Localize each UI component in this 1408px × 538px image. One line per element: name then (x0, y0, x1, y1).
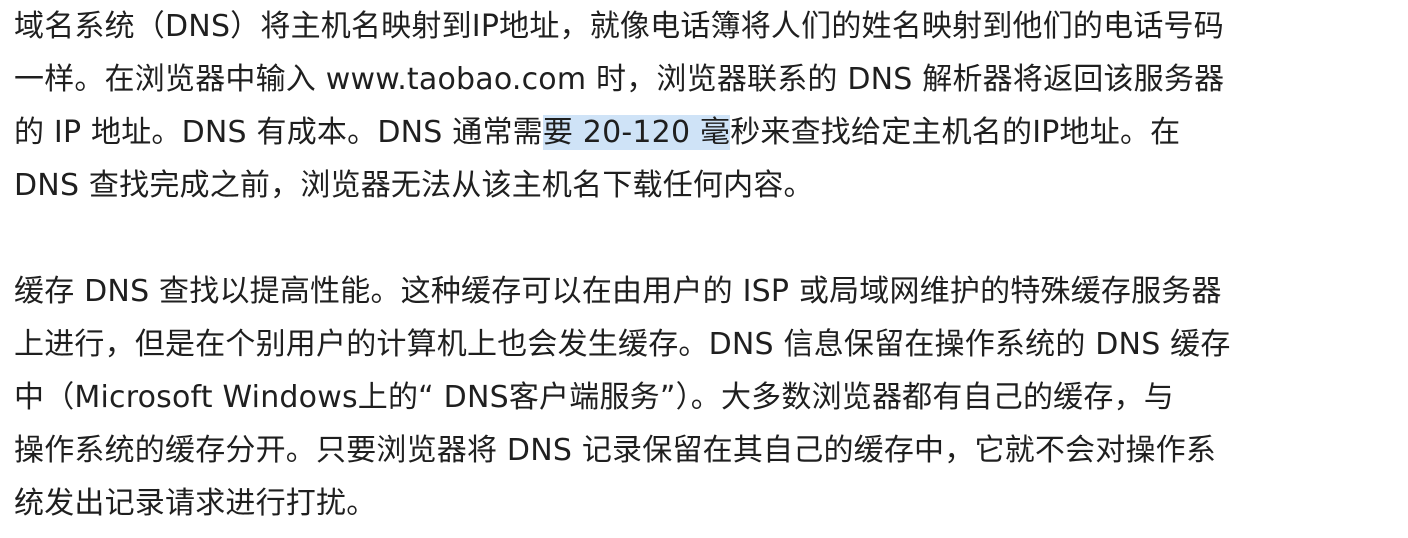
text-line: 的 IP 地址。DNS 有成本。DNS 通常需要 20-120 毫秒来查找给定主… (14, 106, 1402, 159)
text-line: 统发出记录请求进行打扰。 (14, 486, 377, 521)
text-line: 中（Microsoft Windows上的“ DNS客户端服务”）。大多数浏览器… (14, 380, 1174, 415)
text-line: DNS 查找完成之前，浏览器无法从该主机名下载任何内容。 (14, 168, 814, 203)
text-line: 一样。在浏览器中输入 www.taobao.com 时，浏览器联系的 DNS 解… (14, 62, 1225, 97)
text-segment: 秒来查找给定主机名的IP地址。在 (730, 115, 1181, 150)
text-line: 域名系统（DNS）将主机名映射到IP地址，就像电话簿将人们的姓名映射到他们的电话… (14, 9, 1224, 44)
selected-text-highlight[interactable]: 要 20-120 毫 (542, 115, 731, 150)
paragraph-dns-intro: 域名系统（DNS）将主机名映射到IP地址，就像电话簿将人们的姓名映射到他们的电话… (14, 0, 1402, 212)
paragraph-dns-cache: 缓存 DNS 查找以提高性能。这种缓存可以在由用户的 ISP 或局域网维护的特殊… (14, 265, 1402, 530)
text-line: 缓存 DNS 查找以提高性能。这种缓存可以在由用户的 ISP 或局域网维护的特殊… (14, 274, 1222, 309)
text-segment: 的 IP 地址。DNS 有成本。DNS 通常需 (14, 115, 543, 150)
text-line: 上进行，但是在个别用户的计算机上也会发生缓存。DNS 信息保留在操作系统的 DN… (14, 327, 1231, 362)
document-body: 域名系统（DNS）将主机名映射到IP地址，就像电话簿将人们的姓名映射到他们的电话… (14, 0, 1402, 530)
text-line: 操作系统的缓存分开。只要浏览器将 DNS 记录保留在其自己的缓存中，它就不会对操… (14, 433, 1217, 468)
